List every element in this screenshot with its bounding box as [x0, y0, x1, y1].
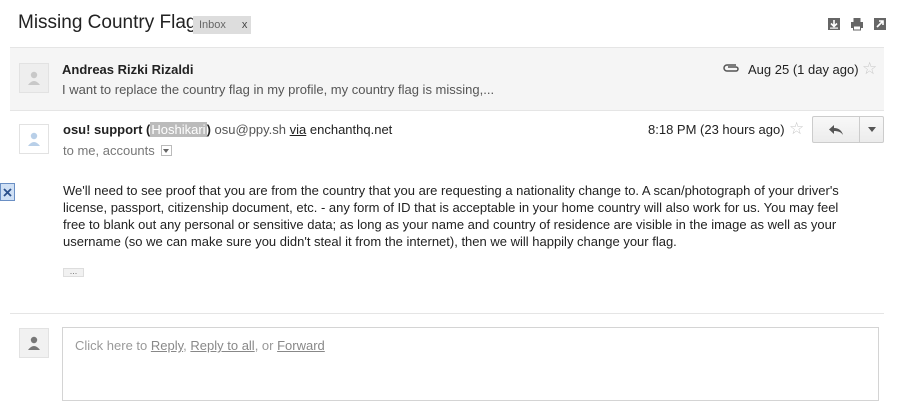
remove-label-button[interactable]: x	[242, 19, 248, 31]
via-domain: enchanthq.net	[306, 122, 393, 137]
reply-box[interactable]: Click here to Reply, Reply to all, or Fo…	[62, 327, 879, 401]
divider	[10, 313, 884, 314]
thread-subject: Missing Country Flag	[18, 12, 197, 33]
forward-link[interactable]: Forward	[277, 338, 325, 353]
thread-toolbar	[827, 17, 887, 31]
new-window-icon[interactable]	[873, 17, 887, 31]
star-icon[interactable]: ☆	[862, 59, 877, 79]
person-icon	[28, 132, 40, 146]
avatar	[19, 124, 49, 154]
sender-email: osu@ppy.sh	[210, 122, 290, 137]
sender-name: osu! support	[63, 122, 143, 137]
reply-arrow-icon	[829, 124, 843, 135]
separator: , or	[254, 338, 278, 353]
reply-link[interactable]: Reply	[151, 338, 183, 353]
reply-button[interactable]	[812, 116, 860, 143]
print-icon[interactable]	[850, 17, 864, 31]
download-icon[interactable]	[827, 17, 841, 31]
message-time: 8:18 PM (23 hours ago)	[648, 122, 785, 137]
show-trimmed-content-button[interactable]: ...	[63, 267, 84, 277]
inbox-label-text: Inbox	[199, 19, 226, 31]
sender-alias: Hoshikari	[150, 122, 207, 137]
reply-button-group	[812, 116, 884, 143]
sender-name: Andreas Rizki Rizaldi	[62, 62, 194, 77]
via-link[interactable]: via	[290, 122, 307, 137]
inbox-label[interactable]: Inbox x	[193, 16, 252, 34]
message-body: We'll need to see proof that you are fro…	[63, 183, 839, 249]
avatar	[19, 328, 49, 358]
reply-prompt: Click here to	[75, 338, 151, 353]
avatar	[19, 63, 49, 93]
sender-line: osu! support (Hoshikari) osu@ppy.sh via …	[63, 122, 392, 137]
show-details-button[interactable]	[160, 145, 172, 156]
message-date: Aug 25 (1 day ago)	[748, 62, 859, 77]
chevron-down-icon	[867, 127, 876, 132]
more-actions-button[interactable]	[860, 116, 884, 143]
reply-all-link[interactable]: Reply to all	[190, 338, 254, 353]
paperclip-icon	[722, 61, 740, 79]
person-icon	[28, 336, 40, 350]
chevron-down-icon	[163, 148, 170, 153]
person-icon	[28, 71, 40, 85]
recipients-text: to me, accounts	[63, 143, 155, 158]
recipients-line: to me, accounts	[63, 143, 172, 158]
star-icon[interactable]: ☆	[789, 119, 804, 139]
collapsed-message[interactable]: Andreas Rizki Rizaldi I want to replace …	[10, 47, 884, 111]
message-snippet: I want to replace the country flag in my…	[62, 82, 495, 97]
close-icon[interactable]	[0, 183, 15, 201]
